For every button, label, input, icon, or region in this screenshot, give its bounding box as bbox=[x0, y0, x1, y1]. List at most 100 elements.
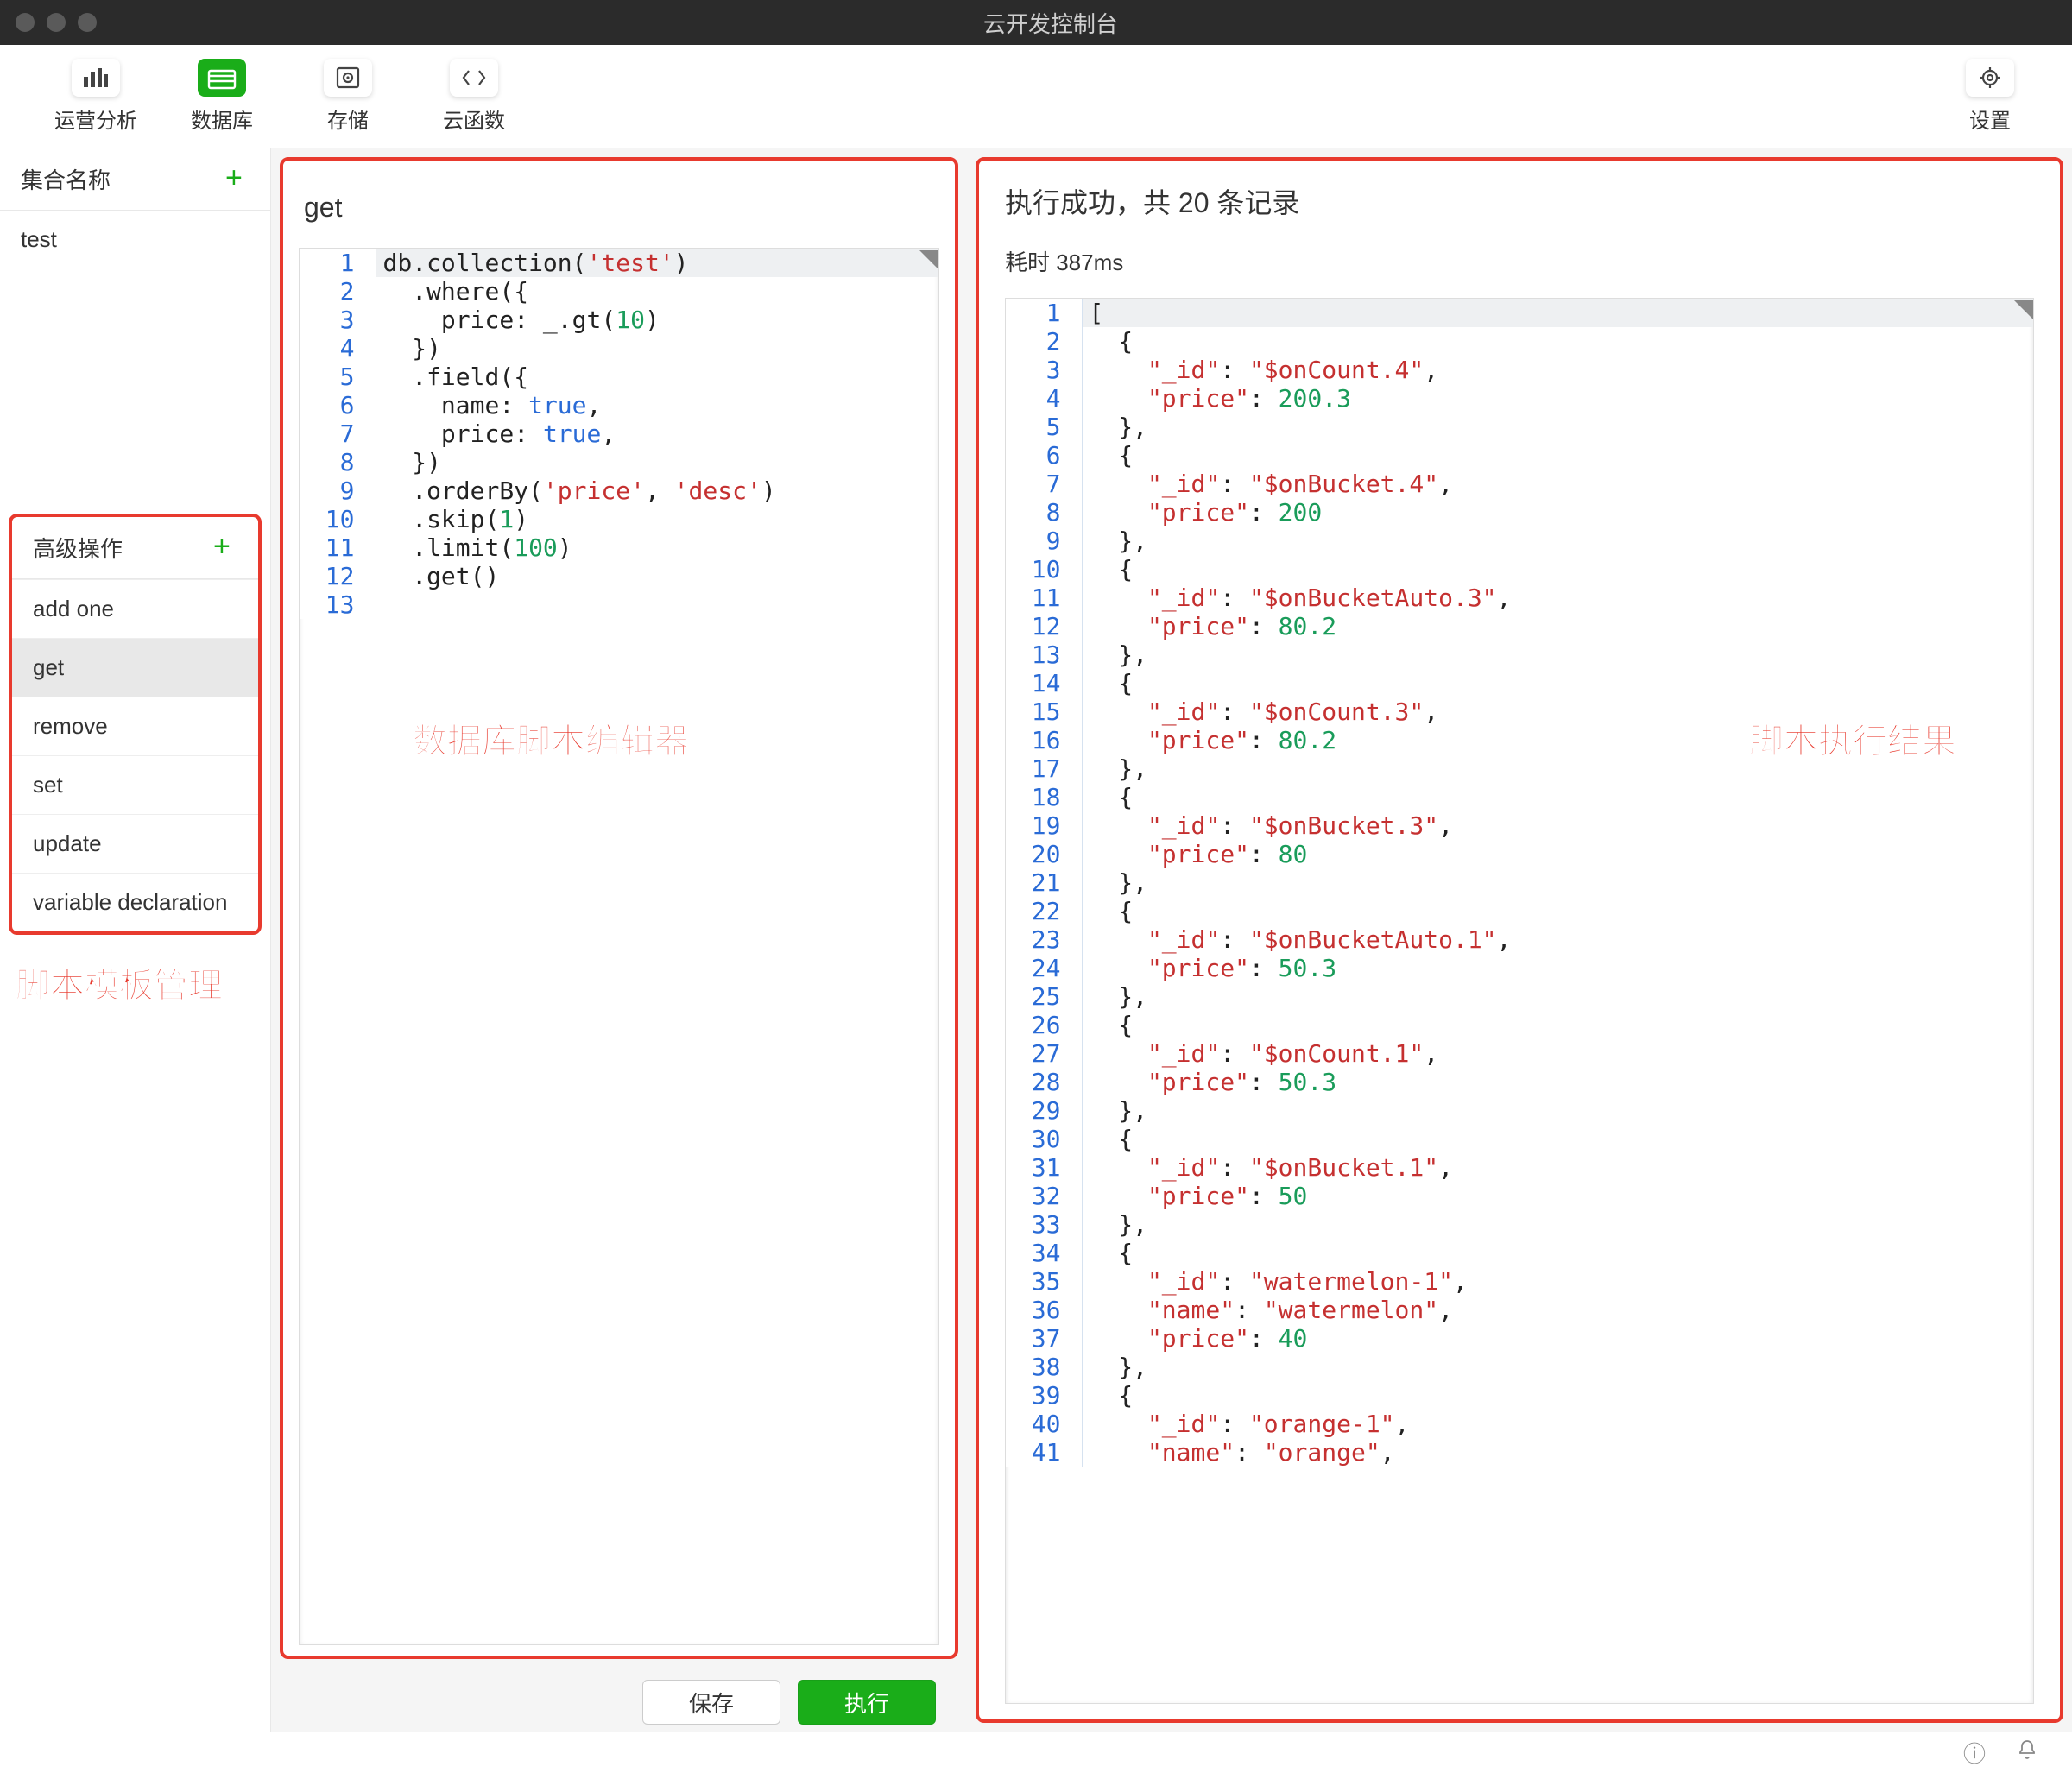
result-line: 9 }, bbox=[1006, 527, 2033, 555]
close-dot-icon[interactable] bbox=[16, 13, 35, 32]
result-panel: 执行成功，共 20 条记录 耗时 387ms 1[2 {3 "_id": "$o… bbox=[976, 157, 2063, 1723]
collections-title: 集合名称 bbox=[21, 163, 111, 195]
code-line[interactable]: 2 .where({ bbox=[300, 277, 938, 306]
result-line: 25 }, bbox=[1006, 982, 2033, 1011]
result-line: 8 "price": 200 bbox=[1006, 498, 2033, 527]
editor-title: get bbox=[299, 176, 939, 248]
result-line: 17 }, bbox=[1006, 754, 2033, 783]
add-collection-button[interactable]: + bbox=[225, 167, 250, 192]
advanced-ops-panel: 高级操作 + add onegetremovesetupdatevariable… bbox=[9, 514, 262, 935]
analytics-icon bbox=[72, 59, 120, 97]
result-line: 26 { bbox=[1006, 1011, 2033, 1039]
nav-function-label: 云函数 bbox=[426, 104, 521, 134]
result-line: 38 }, bbox=[1006, 1353, 2033, 1381]
nav-database[interactable]: 数据库 bbox=[174, 59, 269, 134]
result-subtitle: 耗时 387ms bbox=[1005, 245, 2034, 277]
result-line: 39 { bbox=[1006, 1381, 2033, 1410]
save-button[interactable]: 保存 bbox=[642, 1680, 780, 1725]
advanced-op-item[interactable]: get bbox=[12, 638, 258, 697]
editor-buttons: 保存 执行 bbox=[271, 1668, 967, 1732]
code-line[interactable]: 4 }) bbox=[300, 334, 938, 363]
info-icon[interactable]: ⓘ bbox=[1963, 1737, 1986, 1769]
code-editor[interactable]: 1db.collection('test')2 .where({3 price:… bbox=[299, 248, 939, 1645]
advanced-op-item[interactable]: update bbox=[12, 814, 258, 873]
left-sidebar: 集合名称 + test 高级操作 + add onegetremovesetup… bbox=[0, 148, 271, 1732]
run-button[interactable]: 执行 bbox=[798, 1680, 936, 1725]
nav-function[interactable]: 云函数 bbox=[426, 59, 521, 134]
main-area: 集合名称 + test 高级操作 + add onegetremovesetup… bbox=[0, 148, 2072, 1732]
nav-storage-label: 存储 bbox=[300, 104, 395, 134]
result-line: 19 "_id": "$onBucket.3", bbox=[1006, 811, 2033, 840]
result-line: 33 }, bbox=[1006, 1210, 2033, 1239]
result-line: 21 }, bbox=[1006, 868, 2033, 897]
nav-storage[interactable]: 存储 bbox=[300, 59, 395, 134]
nav-analytics[interactable]: 运营分析 bbox=[48, 59, 143, 134]
window-controls bbox=[16, 13, 97, 32]
database-icon bbox=[198, 59, 246, 97]
result-line: 30 { bbox=[1006, 1125, 2033, 1153]
code-line[interactable]: 13 bbox=[300, 590, 938, 619]
gear-icon bbox=[1966, 59, 2014, 97]
result-line: 29 }, bbox=[1006, 1096, 2033, 1125]
result-line: 16 "price": 80.2 bbox=[1006, 726, 2033, 754]
result-line: 35 "_id": "watermelon-1", bbox=[1006, 1267, 2033, 1296]
result-line: 24 "price": 50.3 bbox=[1006, 954, 2033, 982]
result-line: 31 "_id": "$onBucket.1", bbox=[1006, 1153, 2033, 1182]
result-line: 22 { bbox=[1006, 897, 2033, 925]
add-advanced-op-button[interactable]: + bbox=[213, 536, 237, 560]
code-line[interactable]: 1db.collection('test') bbox=[300, 249, 938, 277]
editor-column: get 1db.collection('test')2 .where({3 pr… bbox=[271, 148, 967, 1732]
editor-panel: get 1db.collection('test')2 .where({3 pr… bbox=[280, 157, 958, 1659]
result-line: 41 "name": "orange", bbox=[1006, 1438, 2033, 1467]
result-line: 32 "price": 50 bbox=[1006, 1182, 2033, 1210]
code-line[interactable]: 6 name: true, bbox=[300, 391, 938, 420]
code-line[interactable]: 7 price: true, bbox=[300, 420, 938, 448]
result-line: 36 "name": "watermelon", bbox=[1006, 1296, 2033, 1324]
code-line[interactable]: 10 .skip(1) bbox=[300, 505, 938, 533]
result-line: 37 "price": 40 bbox=[1006, 1324, 2033, 1353]
result-line: 12 "price": 80.2 bbox=[1006, 612, 2033, 640]
result-line: 40 "_id": "orange-1", bbox=[1006, 1410, 2033, 1438]
collection-item[interactable]: test bbox=[0, 211, 270, 268]
result-line: 11 "_id": "$onBucketAuto.3", bbox=[1006, 584, 2033, 612]
result-line: 10 { bbox=[1006, 555, 2033, 584]
window-title: 云开发控制台 bbox=[97, 7, 2005, 39]
minimize-dot-icon[interactable] bbox=[47, 13, 66, 32]
nav-settings[interactable]: 设置 bbox=[1942, 59, 2037, 134]
code-line[interactable]: 9 .orderBy('price', 'desc') bbox=[300, 476, 938, 505]
code-line[interactable]: 11 .limit(100) bbox=[300, 533, 938, 562]
bell-icon[interactable] bbox=[2017, 1739, 2037, 1766]
storage-icon bbox=[324, 59, 372, 97]
result-line: 1[ bbox=[1006, 299, 2033, 327]
annotation-template-mgmt: 脚本模板管理 bbox=[0, 943, 270, 1021]
advanced-op-item[interactable]: variable declaration bbox=[12, 873, 258, 931]
advanced-op-item[interactable]: set bbox=[12, 755, 258, 814]
result-line: 13 }, bbox=[1006, 640, 2033, 669]
maximize-dot-icon[interactable] bbox=[78, 13, 97, 32]
result-line: 23 "_id": "$onBucketAuto.1", bbox=[1006, 925, 2033, 954]
result-line: 6 { bbox=[1006, 441, 2033, 470]
function-icon bbox=[450, 59, 498, 97]
code-line[interactable]: 5 .field({ bbox=[300, 363, 938, 391]
result-line: 2 { bbox=[1006, 327, 2033, 356]
code-line[interactable]: 8 }) bbox=[300, 448, 938, 476]
advanced-op-item[interactable]: add one bbox=[12, 579, 258, 638]
result-line: 14 { bbox=[1006, 669, 2033, 697]
editor-fold-icon[interactable] bbox=[919, 249, 938, 268]
advanced-op-item[interactable]: remove bbox=[12, 697, 258, 755]
nav-analytics-label: 运营分析 bbox=[48, 104, 143, 134]
code-line[interactable]: 3 price: _.gt(10) bbox=[300, 306, 938, 334]
collections-header: 集合名称 + bbox=[0, 148, 270, 211]
result-viewer[interactable]: 1[2 {3 "_id": "$onCount.4",4 "price": 20… bbox=[1005, 298, 2034, 1704]
advanced-ops-header: 高级操作 + bbox=[12, 517, 258, 579]
result-line: 27 "_id": "$onCount.1", bbox=[1006, 1039, 2033, 1068]
code-line[interactable]: 12 .get() bbox=[300, 562, 938, 590]
result-line: 3 "_id": "$onCount.4", bbox=[1006, 356, 2033, 384]
nav-settings-label: 设置 bbox=[1942, 104, 2037, 134]
top-nav: 运营分析 数据库 存储 云函数 设置 bbox=[0, 45, 2072, 148]
result-fold-icon[interactable] bbox=[2014, 299, 2033, 318]
result-line: 20 "price": 80 bbox=[1006, 840, 2033, 868]
result-title: 执行成功，共 20 条记录 bbox=[1005, 181, 2034, 221]
result-line: 34 { bbox=[1006, 1239, 2033, 1267]
advanced-ops-title: 高级操作 bbox=[33, 532, 123, 564]
